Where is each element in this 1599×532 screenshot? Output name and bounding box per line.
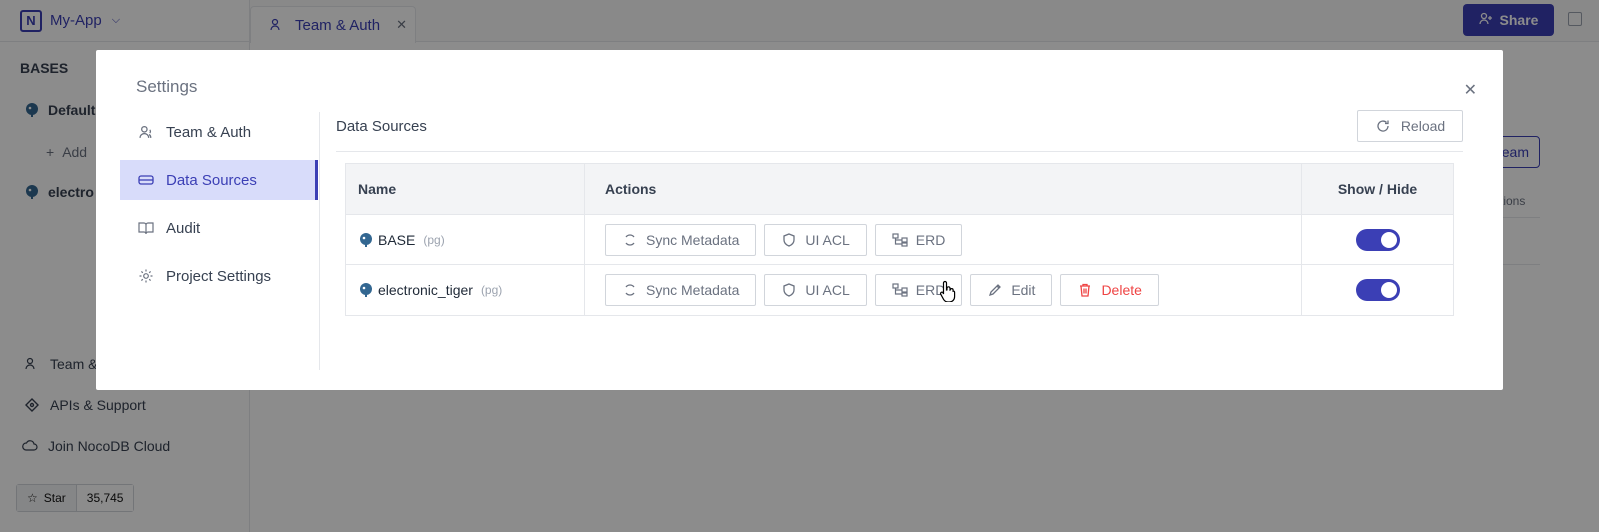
button-label: UI ACL [805,282,850,298]
refresh-icon [1375,118,1391,134]
menu-divider [319,112,320,370]
button-label: ERD [915,231,946,248]
source-name: BASE [378,231,416,248]
modal-title: Settings [136,77,198,96]
menu-item-project-settings[interactable]: Project Settings [120,256,318,296]
actions-cell: Sync Metadata UI ACL ERD [585,215,1302,264]
shield-icon [781,232,797,248]
settings-modal: Settings ✕ Team & Auth Data Sources Audi… [96,50,1503,390]
close-icon[interactable]: ✕ [1464,80,1477,100]
divider [336,151,1463,152]
column-header-name: Name [346,164,585,214]
source-type: (pg) [423,232,445,247]
source-type: (pg) [480,283,503,297]
erd-icon [892,232,908,248]
sync-metadata-button[interactable]: Sync Metadata [605,223,757,256]
trash-icon [1077,282,1093,298]
menu-item-data-sources[interactable]: Data Sources [120,160,318,200]
menu-label: Project Settings [166,267,272,285]
ui-acl-button[interactable]: UI ACL [764,223,867,256]
postgres-icon [358,282,374,298]
column-header-show-hide: Show / Hide [1337,181,1418,197]
postgres-icon [358,232,374,248]
sync-icon [622,232,638,248]
table-row: electronic_tiger (pg) Sync Metadata UI A… [346,265,1453,315]
column-header-actions: Actions [585,164,1302,214]
menu-label: Team & Auth [166,123,252,141]
button-label: Edit [1011,282,1036,298]
reload-label: Reload [1400,118,1446,134]
button-label: UI ACL [805,231,850,248]
menu-item-team-auth[interactable]: Team & Auth [120,112,318,152]
menu-label: Audit [166,219,201,237]
show-hide-cell [1302,265,1453,315]
shield-icon [781,282,797,298]
table-row: BASE (pg) Sync Metadata UI ACL ERD [346,215,1453,265]
source-name-cell: BASE (pg) [346,215,585,264]
show-hide-cell [1302,215,1453,264]
menu-item-audit[interactable]: Audit [120,208,318,248]
database-icon [138,172,154,188]
erd-button[interactable]: ERD [874,223,963,256]
gear-icon [138,268,154,284]
pencil-icon [987,282,1003,298]
sync-metadata-button[interactable]: Sync Metadata [605,274,757,306]
button-label: Delete [1101,282,1142,298]
delete-button[interactable]: Delete [1060,274,1159,306]
table-header-row: Name Actions Show / Hide [346,164,1453,215]
users-icon [138,124,154,140]
menu-label: Data Sources [166,171,257,189]
settings-menu: Team & Auth Data Sources Audit Project S… [120,112,318,304]
visibility-toggle[interactable] [1355,228,1400,251]
book-icon [138,220,154,236]
visibility-toggle[interactable] [1355,279,1400,301]
button-label: Sync Metadata [646,231,740,248]
erd-icon [892,282,908,298]
ui-acl-button[interactable]: UI ACL [764,274,867,306]
source-name-cell: electronic_tiger (pg) [346,265,585,315]
reload-button[interactable]: Reload [1357,110,1463,142]
data-sources-table: Name Actions Show / Hide BASE (pg) Sync … [345,163,1454,316]
source-name: electronic_tiger [378,282,473,298]
hand-cursor-icon [939,280,957,305]
section-title: Data Sources [336,118,427,135]
button-label: Sync Metadata [646,282,740,298]
edit-button[interactable]: Edit [970,274,1053,306]
sync-icon [622,282,638,298]
